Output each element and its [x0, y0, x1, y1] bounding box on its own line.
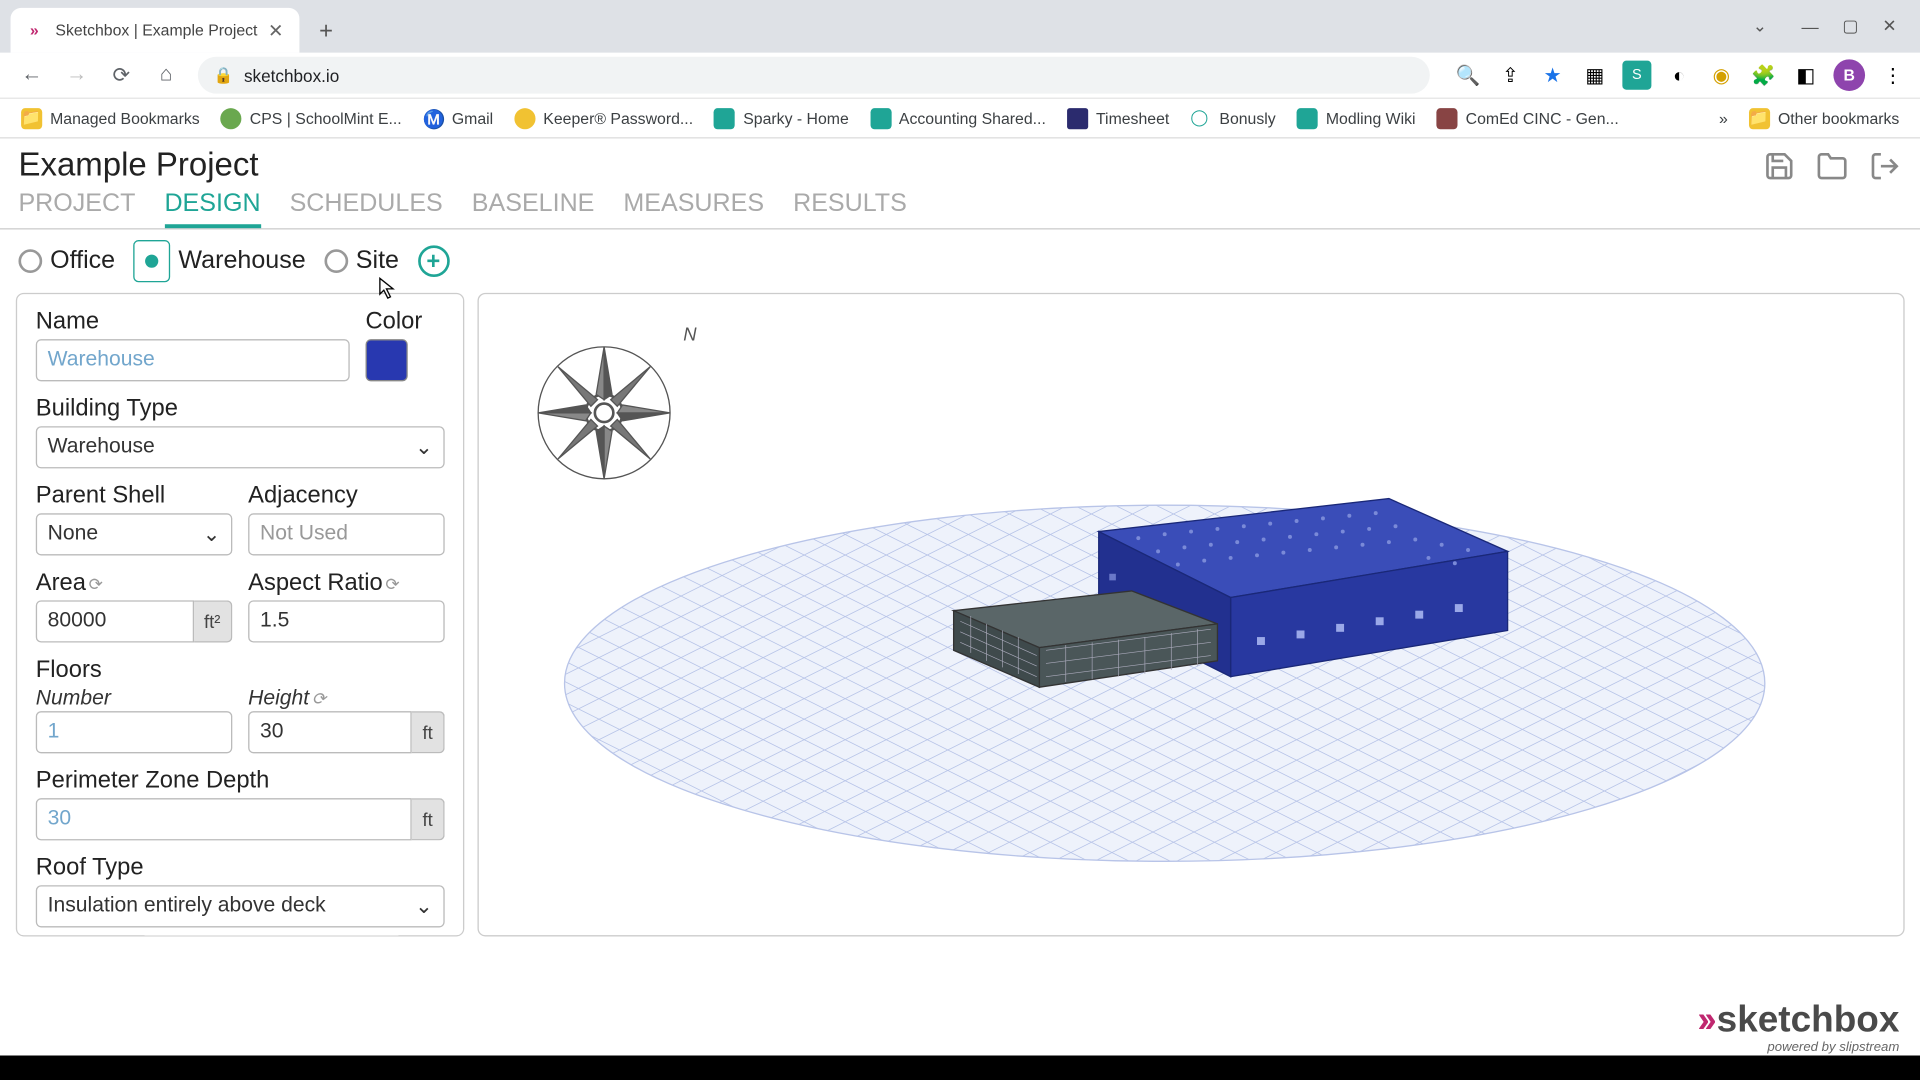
bookmark-item[interactable]: ComEd CINC - Gen... — [1429, 102, 1627, 134]
tabs-dropdown-icon[interactable]: ⌄ — [1753, 16, 1767, 37]
floors-height-input[interactable] — [248, 711, 412, 753]
pzd-unit: ft — [412, 798, 445, 840]
area-label: Area⟳ — [36, 568, 233, 596]
add-building-button[interactable]: + — [417, 245, 449, 277]
bookmark-overflow-icon[interactable]: » — [1719, 109, 1728, 127]
nav-forward-icon[interactable]: → — [58, 57, 95, 94]
name-label: Name — [36, 307, 350, 335]
exit-icon[interactable] — [1868, 148, 1902, 182]
new-tab-button[interactable]: + — [308, 12, 345, 49]
browser-menu-icon[interactable]: ⋮ — [1878, 61, 1907, 90]
tab-design[interactable]: DESIGN — [164, 190, 260, 228]
office-model — [934, 584, 1237, 690]
extension-icon-3[interactable]: ◐ — [1665, 61, 1694, 90]
floors-number-input[interactable] — [36, 711, 233, 753]
tab-results[interactable]: RESULTS — [793, 190, 907, 228]
pzd-label: Perimeter Zone Depth — [36, 766, 445, 794]
tab-title: Sketchbox | Example Project — [55, 21, 257, 39]
area-unit: ft² — [193, 600, 232, 642]
refresh-icon[interactable]: ⟳ — [312, 689, 326, 709]
height-unit: ft — [412, 711, 445, 753]
save-icon[interactable] — [1762, 148, 1796, 182]
refresh-icon[interactable]: ⟳ — [88, 574, 102, 594]
window-maximize-icon[interactable]: ▢ — [1842, 16, 1858, 37]
floors-height-label: Height⟳ — [248, 687, 445, 711]
bookmark-item[interactable]: Timesheet — [1059, 102, 1177, 134]
roof-type-label: Roof Type — [36, 853, 445, 881]
svg-text:N: N — [683, 323, 697, 344]
building-type-label: Building Type — [36, 394, 445, 422]
building-selector-row: Office Warehouse Site + — [0, 228, 1920, 293]
extension-icon-4[interactable]: ◉ — [1707, 61, 1736, 90]
main-tabs: PROJECT DESIGN SCHEDULES BASELINE MEASUR… — [0, 185, 1920, 229]
floors-label: Floors — [36, 656, 445, 684]
tab-close-icon[interactable]: ✕ — [268, 21, 286, 39]
nav-reload-icon[interactable]: ⟳ — [103, 57, 140, 94]
brand-footer: ››sketchbox powered by slipstream — [1697, 998, 1899, 1055]
aspect-ratio-input[interactable] — [248, 600, 445, 642]
url-text: sketchbox.io — [244, 65, 339, 85]
roof-type-select[interactable]: Insulation entirely above deck⌄ — [36, 885, 445, 927]
aspect-ratio-label: Aspect Ratio⟳ — [248, 568, 445, 596]
zoom-icon[interactable]: 🔍 — [1454, 61, 1483, 90]
extensions-puzzle-icon[interactable]: 🧩 — [1749, 61, 1778, 90]
bookmark-item[interactable]: CPS | SchoolMint E... — [213, 102, 410, 134]
sidepanel-icon[interactable]: ◧ — [1791, 61, 1820, 90]
window-close-icon[interactable]: ✕ — [1882, 16, 1896, 37]
chevron-down-icon: ⌄ — [415, 893, 433, 919]
name-input[interactable] — [36, 339, 350, 381]
refresh-icon[interactable]: ⟳ — [385, 574, 399, 594]
bookmark-item[interactable]: 📁Managed Bookmarks — [13, 102, 207, 134]
nav-back-icon[interactable]: ← — [13, 57, 50, 94]
window-minimize-icon[interactable]: — — [1801, 16, 1818, 36]
bookmark-item[interactable]: Modling Wiki — [1289, 102, 1424, 134]
extension-icon-1[interactable]: ▦ — [1580, 61, 1609, 90]
browser-toolbar: ← → ⟳ ⌂ 🔒 sketchbox.io 🔍 ⇪ ★ ▦ S ◐ ◉ 🧩 ◧… — [0, 53, 1920, 99]
radio-office[interactable]: Office — [18, 247, 115, 276]
nav-home-icon[interactable]: ⌂ — [148, 57, 185, 94]
tab-favicon: » — [24, 20, 45, 41]
tab-measures[interactable]: MEASURES — [623, 190, 764, 228]
tab-schedules[interactable]: SCHEDULES — [290, 190, 443, 228]
bookmark-item[interactable]: Keeper® Password... — [506, 102, 701, 134]
adjacency-input — [248, 513, 445, 555]
pzd-input[interactable] — [36, 798, 412, 840]
share-icon[interactable]: ⇪ — [1496, 61, 1525, 90]
tab-project[interactable]: PROJECT — [18, 190, 135, 228]
radio-site[interactable]: Site — [324, 247, 399, 276]
lock-icon: 🔒 — [214, 66, 234, 84]
tab-baseline[interactable]: BASELINE — [472, 190, 595, 228]
profile-avatar[interactable]: B — [1833, 59, 1865, 91]
parent-shell-select[interactable]: None⌄ — [36, 513, 233, 555]
other-bookmarks[interactable]: 📁Other bookmarks — [1741, 102, 1907, 134]
parent-shell-label: Parent Shell — [36, 481, 233, 509]
floors-number-label: Number — [36, 687, 233, 711]
building-type-select[interactable]: Warehouse⌄ — [36, 426, 445, 468]
area-input[interactable] — [36, 600, 194, 642]
properties-panel[interactable]: Name Color Building Type Warehouse⌄ Pare… — [16, 293, 464, 937]
address-bar[interactable]: 🔒 sketchbox.io — [198, 57, 1430, 94]
adjacency-label: Adjacency — [248, 481, 445, 509]
bookmark-item[interactable]: Ⓜ️Gmail — [415, 102, 501, 134]
bookmark-item[interactable]: Sparky - Home — [706, 102, 856, 134]
3d-viewport[interactable]: N — [477, 293, 1904, 937]
color-label: Color — [365, 307, 444, 335]
bookmark-item[interactable]: ◯Bonusly — [1182, 102, 1283, 134]
project-title: Example Project — [18, 146, 258, 184]
bookmark-star-icon[interactable]: ★ — [1538, 61, 1567, 90]
extension-icon-2[interactable]: S — [1622, 61, 1651, 90]
color-swatch[interactable] — [365, 339, 407, 381]
browser-tab[interactable]: » Sketchbox | Example Project ✕ — [11, 8, 300, 53]
radio-warehouse[interactable]: Warehouse — [134, 240, 306, 282]
browser-tab-strip: » Sketchbox | Example Project ✕ + ⌄ — ▢ … — [0, 0, 1920, 53]
chevron-down-icon: ⌄ — [415, 434, 433, 460]
folder-icon[interactable] — [1815, 148, 1849, 182]
bookmark-item[interactable]: Accounting Shared... — [862, 102, 1054, 134]
bookmark-bar: 📁Managed Bookmarks CPS | SchoolMint E...… — [0, 99, 1920, 139]
chevron-down-icon: ⌄ — [203, 521, 221, 547]
